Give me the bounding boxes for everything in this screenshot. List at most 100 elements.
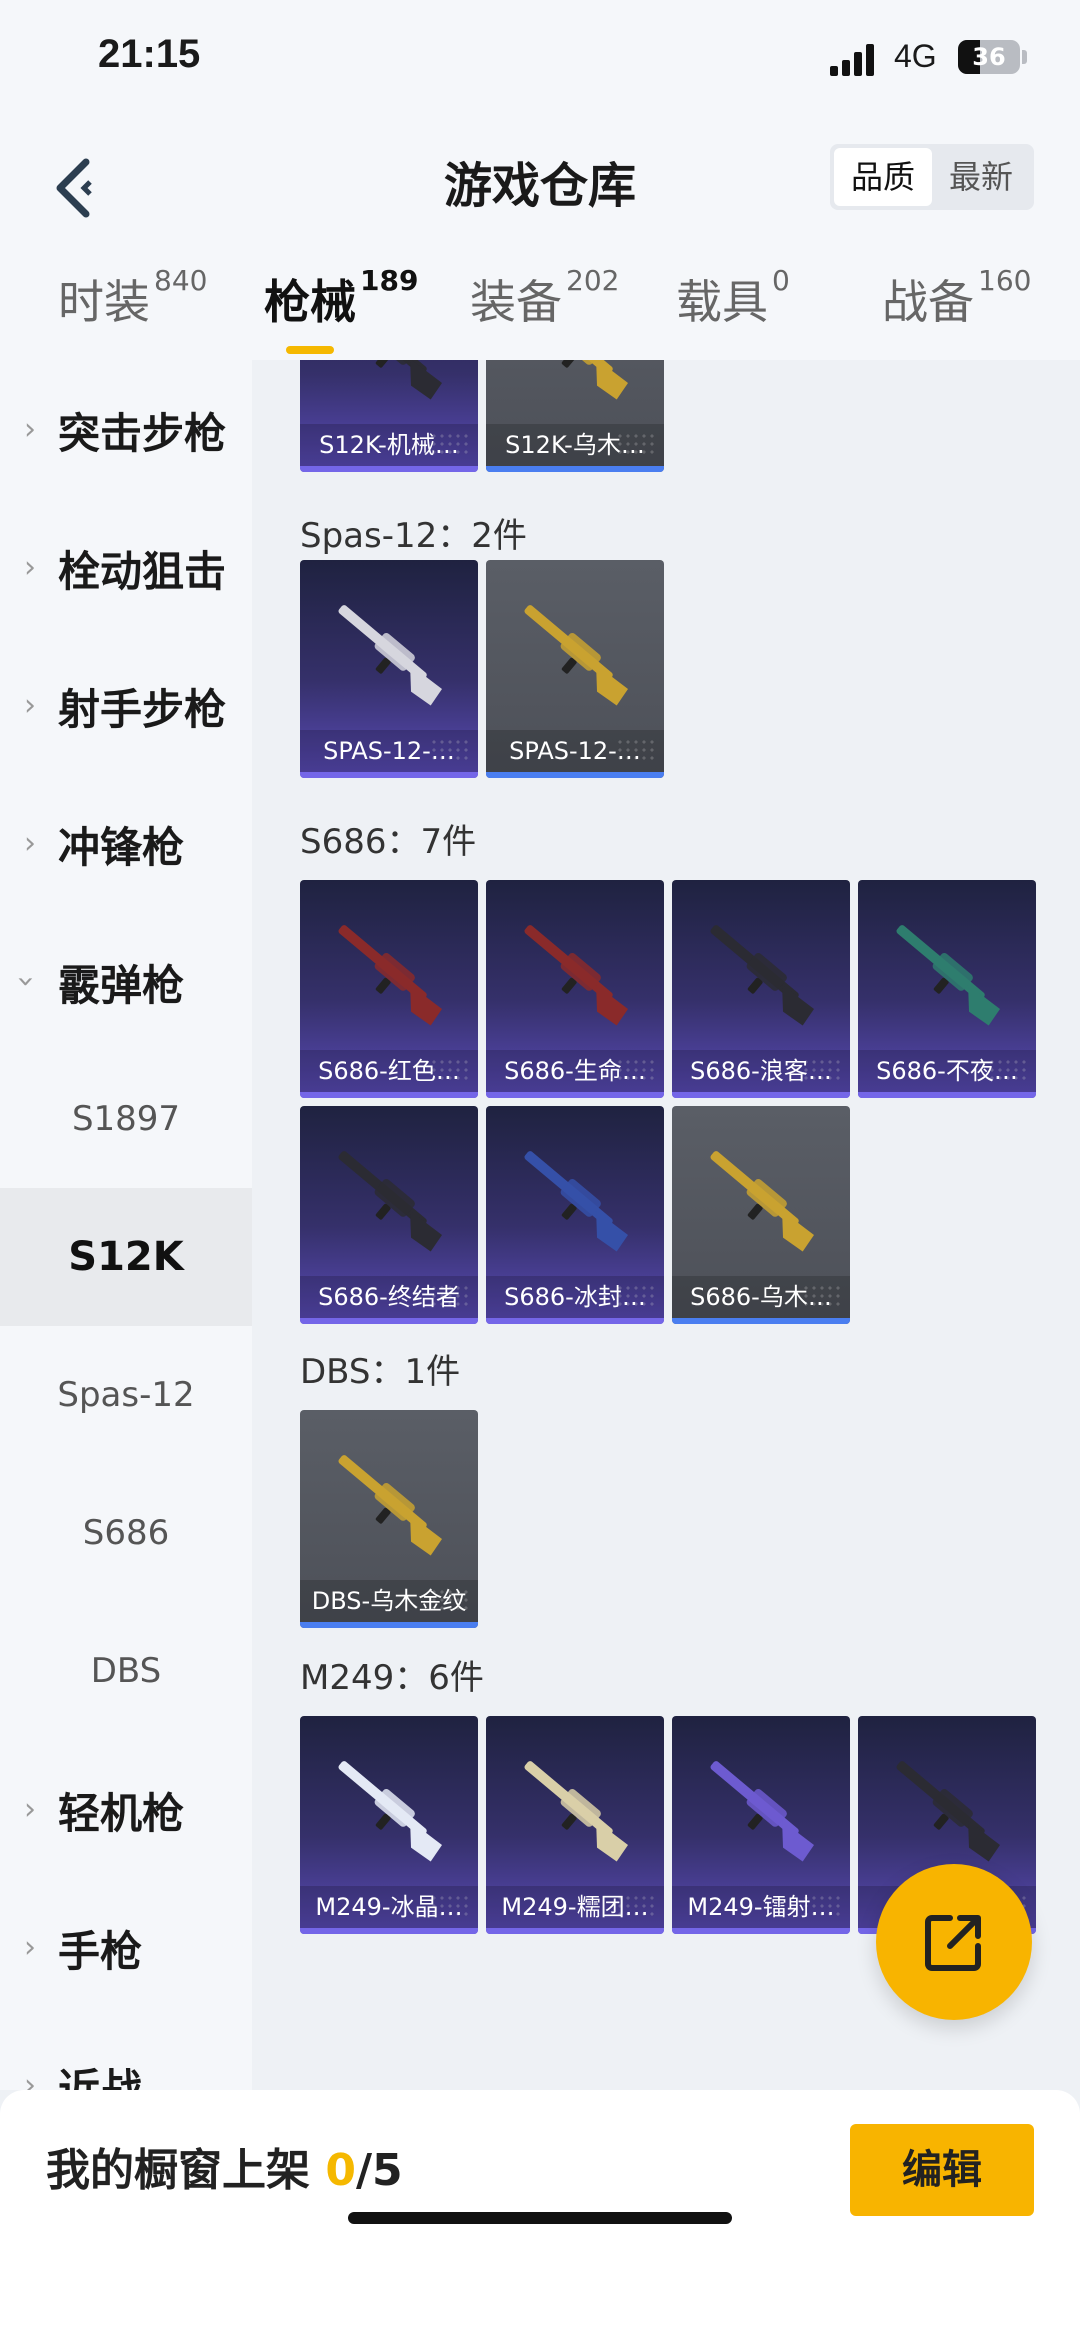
category-tabs: 时装 840 枪械 189 装备 202 载具 0 战备 160 — [0, 260, 1080, 360]
tab-count: 0 — [772, 264, 790, 297]
sidebar-item-label: 手枪 — [58, 1927, 143, 1976]
rarity-bar — [300, 1092, 478, 1098]
weapon-card[interactable]: S686-红色… — [300, 880, 478, 1098]
share-icon — [925, 1915, 981, 1971]
status-bar: 21:15 4G 36 — [0, 0, 1080, 120]
signal-icon — [830, 44, 880, 76]
home-indicator — [348, 2212, 732, 2224]
tab-label: 时装 — [58, 275, 150, 329]
chevron-down-icon: › — [8, 975, 44, 988]
chevron-right-icon: › — [24, 826, 36, 861]
weapon-card-label: S12K-乌木… — [486, 424, 664, 466]
weapon-card[interactable]: M249-冰晶… — [300, 1716, 478, 1934]
sidebar-item-marksman-rifle[interactable]: › 射手步枪 — [0, 636, 252, 774]
weapon-card[interactable]: S686-不夜… — [858, 880, 1036, 1098]
share-button[interactable] — [876, 1864, 1032, 2020]
sidebar: › 突击步枪 › 栓动狙击 › 射手步枪 › 冲锋枪 › 霰弹枪 S1897 S12K S… — [0, 360, 252, 2090]
sidebar-item-pistol[interactable]: › 手枪 — [0, 1878, 252, 2016]
weapon-card[interactable]: S686-终结者 — [300, 1106, 478, 1324]
weapon-icon — [524, 1761, 629, 1862]
battery-icon: 36 — [958, 40, 1020, 74]
weapon-icon — [710, 1761, 815, 1862]
weapon-icon — [338, 925, 443, 1026]
weapon-card-label: S686-冰封… — [486, 1276, 664, 1318]
weapon-icon — [338, 1151, 443, 1252]
network-label: 4G — [894, 38, 937, 74]
tab-count: 840 — [154, 264, 208, 297]
sidebar-item-label: 射手步枪 — [58, 685, 227, 734]
weapon-icon — [338, 605, 443, 706]
weapon-card-label: S686-生命… — [486, 1050, 664, 1092]
sidebar-sub-s12k[interactable]: S12K — [0, 1188, 252, 1326]
chevron-right-icon: › — [24, 1792, 36, 1827]
rarity-bar — [858, 1092, 1036, 1098]
chevron-right-icon: › — [24, 2068, 36, 2090]
sort-quality-button[interactable]: 品质 — [834, 148, 932, 206]
tab-label: 枪械 — [264, 275, 356, 329]
tab-equipment[interactable]: 装备 202 — [470, 264, 620, 332]
weapon-card[interactable]: SPAS-12-… — [300, 560, 478, 778]
sidebar-item-shotgun[interactable]: › 霰弹枪 — [0, 912, 252, 1050]
weapon-card[interactable]: S686-冰封… — [486, 1106, 664, 1324]
rarity-bar — [486, 1092, 664, 1098]
battery-level: 36 — [972, 43, 1006, 71]
sidebar-item-lmg[interactable]: › 轻机枪 — [0, 1740, 252, 1878]
rarity-bar — [300, 772, 478, 778]
edit-button[interactable]: 编辑 — [850, 2124, 1034, 2216]
weapon-card[interactable]: S12K-机械… — [300, 360, 478, 472]
rarity-bar — [300, 1622, 478, 1628]
weapon-card[interactable]: M249-镭射… — [672, 1716, 850, 1934]
tab-count: 189 — [360, 264, 419, 297]
showcase-count: 0 — [325, 2145, 356, 2196]
weapon-icon — [896, 925, 1001, 1026]
tab-count: 202 — [566, 264, 620, 297]
weapon-card-label: S686-红色… — [300, 1050, 478, 1092]
weapon-icon — [524, 925, 629, 1026]
weapon-icon — [524, 360, 629, 400]
weapon-icon — [524, 605, 629, 706]
sidebar-item-melee[interactable]: › 近战 — [0, 2016, 252, 2090]
weapon-card[interactable]: S686-乌木… — [672, 1106, 850, 1324]
tab-label: 载具 — [676, 275, 768, 329]
tab-vehicles[interactable]: 载具 0 — [676, 264, 790, 332]
tab-firearms[interactable]: 枪械 189 — [264, 264, 419, 332]
weapon-icon — [524, 1151, 629, 1252]
sidebar-item-label: 轻机枪 — [58, 1789, 185, 1838]
tab-supplies[interactable]: 战备 160 — [882, 264, 1032, 332]
weapon-card[interactable]: S12K-乌木… — [486, 360, 664, 472]
chevron-right-icon: › — [24, 688, 36, 723]
weapon-card[interactable]: M249-糯团… — [486, 1716, 664, 1934]
tab-fashion[interactable]: 时装 840 — [58, 264, 208, 332]
group-title-m249: M249：6件 — [300, 1658, 484, 1698]
sidebar-sub-s1897[interactable]: S1897 — [0, 1050, 252, 1188]
tab-label: 战备 — [882, 275, 974, 329]
rarity-bar — [300, 1318, 478, 1324]
sort-newest-button[interactable]: 最新 — [932, 148, 1030, 206]
weapon-card[interactable]: S686-生命… — [486, 880, 664, 1098]
rarity-bar — [486, 1928, 664, 1934]
weapon-icon — [338, 1761, 443, 1862]
weapon-card-label: SPAS-12-… — [300, 730, 478, 772]
sidebar-item-label: 霰弹枪 — [58, 961, 185, 1010]
weapon-card-label: M249-冰晶… — [300, 1886, 478, 1928]
weapon-card-label: S686-浪客… — [672, 1050, 850, 1092]
sidebar-sub-s686[interactable]: S686 — [0, 1464, 252, 1602]
sidebar-sub-dbs[interactable]: DBS — [0, 1602, 252, 1740]
rarity-bar — [486, 772, 664, 778]
rarity-bar — [300, 466, 478, 472]
sidebar-item-smg[interactable]: › 冲锋枪 — [0, 774, 252, 912]
rarity-bar — [672, 1318, 850, 1324]
showcase-label: 我的橱窗上架 — [46, 2145, 310, 2196]
rarity-bar — [300, 1928, 478, 1934]
tab-count: 160 — [978, 264, 1032, 297]
weapon-card[interactable]: SPAS-12-… — [486, 560, 664, 778]
tab-label: 装备 — [470, 275, 562, 329]
weapon-icon — [338, 1455, 443, 1556]
group-title-spas12: Spas-12：2件 — [300, 516, 527, 556]
showcase-status: 我的橱窗上架 0/5 — [46, 2134, 403, 2198]
weapon-card[interactable]: DBS-乌木金纹 — [300, 1410, 478, 1628]
sidebar-item-assault-rifle[interactable]: › 突击步枪 — [0, 360, 252, 498]
sidebar-sub-spas12[interactable]: Spas-12 — [0, 1326, 252, 1464]
sidebar-item-bolt-sniper[interactable]: › 栓动狙击 — [0, 498, 252, 636]
weapon-card[interactable]: S686-浪客… — [672, 880, 850, 1098]
